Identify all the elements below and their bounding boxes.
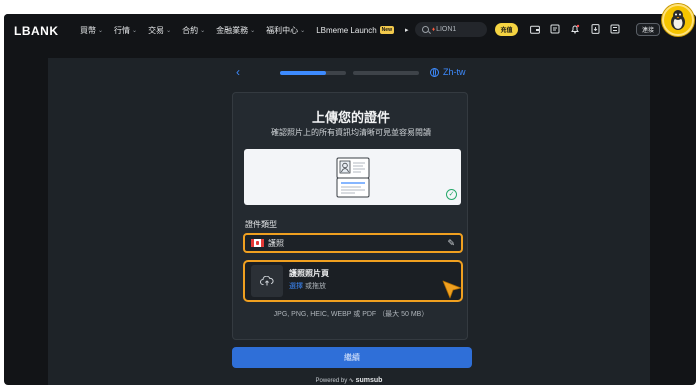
search-input[interactable]: LION1 (436, 26, 456, 33)
progress-step-1 (280, 71, 346, 75)
search-icon (422, 26, 429, 33)
globe-icon (430, 67, 439, 77)
document-type-select[interactable]: 護照 ✎ (243, 233, 463, 253)
pointer-cursor-icon (442, 280, 462, 299)
upload-instructions: 選擇 或拖放 (289, 281, 326, 291)
bell-icon[interactable] (570, 24, 580, 34)
user-avatar[interactable] (662, 4, 694, 36)
wallet-icon[interactable] (530, 24, 540, 34)
download-app-icon[interactable] (590, 24, 600, 34)
document-example-box: ✓ (244, 149, 461, 205)
chevron-down-icon: ⌄ (250, 27, 256, 34)
login-button[interactable]: 連接 (636, 23, 660, 36)
passport-upload-dropzone[interactable]: 護照照片頁 選擇 或拖放 (243, 260, 463, 302)
cloud-upload-icon (260, 276, 274, 286)
fire-icon: ♦ (432, 26, 436, 33)
nav-item-buy-crypto[interactable]: 買幣 ⌄ (80, 23, 103, 37)
page-subtitle: 確認照片上的所有資訊均清晰可見並容易閱讀 (271, 128, 431, 137)
new-badge: New (379, 26, 394, 34)
chevron-down-icon: ⌄ (166, 27, 172, 34)
back-arrow-icon[interactable]: ‹ (236, 66, 240, 78)
upload-thumbnail (251, 265, 283, 297)
chevron-down-icon: ⌄ (98, 27, 104, 34)
upload-document-card: 上傳您的證件 確認照片上的所有資訊均清晰可見並容易閱讀 ✓ 證件類型 護照 ✎ … (232, 92, 468, 340)
nav-item-lbmeme-launch[interactable]: LBmeme Launch New (316, 23, 394, 37)
language-label: Zh-tw (443, 67, 466, 77)
document-type-value: 護照 (268, 238, 284, 248)
nav-item-futures[interactable]: 合約 ⌄ (182, 23, 205, 37)
chevron-down-icon: ⌄ (200, 27, 206, 34)
search-box[interactable]: ♦ LION1 (415, 22, 487, 37)
chevron-down-icon: ⌄ (132, 27, 138, 34)
main-menu: 買幣 ⌄ 行情 ⌄ 交易 ⌄ 合約 ⌄ 金融業務 ⌄ 福利中心 ⌄ LBmeme Launc… (80, 23, 419, 37)
chevron-down-icon: ⌄ (300, 27, 306, 34)
top-navigation: LBANK 買幣 ⌄ 行情 ⌄ 交易 ⌄ 合約 ⌄ 金融業務 ⌄ 福利中心 ⌄ LBmeme… (4, 14, 696, 48)
powered-by-label: Powered by (315, 378, 348, 384)
choose-file-link[interactable]: 選擇 (289, 283, 303, 290)
powered-by-sumsub: Powered by ∿ sumsub (48, 377, 650, 384)
language-selector[interactable]: Zh-tw (430, 67, 466, 77)
drag-drop-text: 或拖放 (303, 283, 326, 290)
nav-item-markets[interactable]: 行情 ⌄ (114, 23, 137, 37)
browser-viewport: LBANK 買幣 ⌄ 行情 ⌄ 交易 ⌄ 合約 ⌄ 金融業務 ⌄ 福利中心 ⌄ LBmeme… (4, 14, 696, 385)
upload-title: 護照照片頁 (289, 269, 329, 278)
nav-item-rewards[interactable]: 福利中心 ⌄ (266, 23, 305, 37)
penguin-avatar-icon (671, 10, 685, 30)
document-type-label: 證件類型 (245, 220, 277, 229)
window-frame: LBANK 買幣 ⌄ 行情 ⌄ 交易 ⌄ 合約 ⌄ 金融業務 ⌄ 福利中心 ⌄ LBmeme… (0, 0, 700, 389)
nav-item-finance[interactable]: 金融業務 ⌄ (216, 23, 255, 37)
sumsub-logo-icon: ∿ (348, 378, 354, 384)
nav-item-trade[interactable]: 交易 ⌄ (148, 23, 171, 37)
progress-fill (280, 71, 326, 75)
orders-icon[interactable] (550, 24, 560, 34)
continue-button[interactable]: 繼續 (232, 347, 472, 368)
edit-pencil-icon[interactable]: ✎ (447, 238, 455, 249)
passport-illustration-icon (336, 157, 370, 198)
page-title: 上傳您的證件 (311, 110, 390, 125)
check-circle-icon: ✓ (446, 189, 457, 200)
settings-icon[interactable] (610, 24, 620, 34)
accepted-formats-text: JPG, PNG, HEIC, WEBP 或 PDF （最大 50 MB） (273, 311, 429, 318)
lbank-logo[interactable]: LBANK (14, 24, 59, 38)
sumsub-brand: sumsub (355, 377, 383, 384)
nav-more-arrow-icon[interactable]: ▸ (405, 23, 409, 37)
progress-step-2 (353, 71, 419, 75)
deposit-button[interactable]: 充值 (495, 23, 518, 36)
canada-flag-icon (251, 239, 264, 247)
kyc-verification-panel: ‹ Zh-tw 上傳您的證件 確認照片上的所有資訊均清晰可見並容易閱讀 ✓ 證件… (48, 58, 650, 385)
